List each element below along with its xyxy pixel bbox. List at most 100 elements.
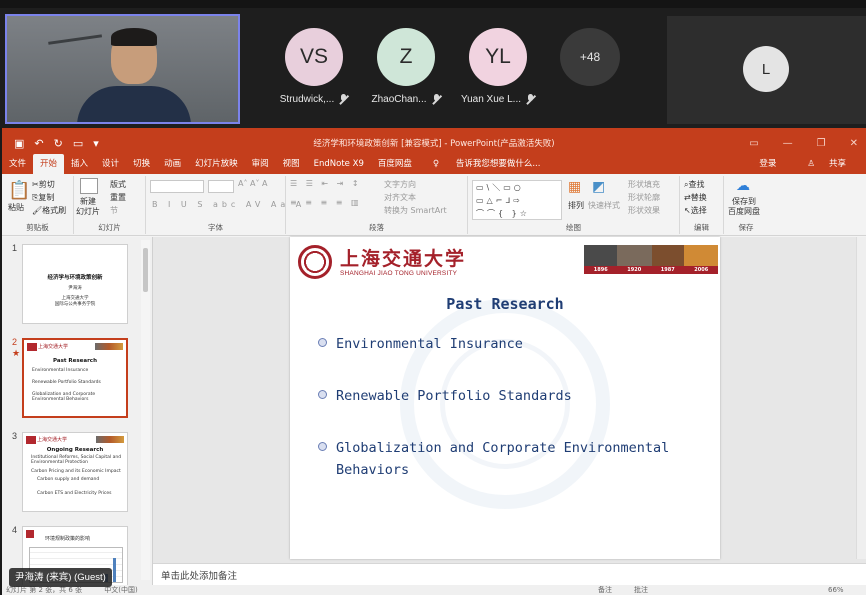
- select-button[interactable]: ↖选择: [684, 205, 707, 216]
- slide-canvas[interactable]: 上海交通大学 SHANGHAI JIAO TONG UNIVERSITY 189…: [290, 237, 720, 559]
- cloud-icon[interactable]: ☁: [736, 178, 750, 194]
- thumb-line: Renewable Portfolio Standards: [32, 380, 101, 385]
- comments-toggle[interactable]: 批注: [634, 585, 648, 595]
- slide-thumbnail-2[interactable]: 上海交通大学 Past Research Environmental Insur…: [22, 338, 128, 418]
- meeting-panel: VS Strudwick,... Z ZhaoChan... YL Yuan X…: [0, 0, 866, 128]
- tab-home[interactable]: 开始: [33, 154, 65, 174]
- thumb-line: Environmental Insurance: [32, 368, 89, 373]
- tab-slideshow[interactable]: 幻灯片放映: [188, 154, 245, 174]
- close-icon[interactable]: ✕: [850, 138, 858, 149]
- smartart-button[interactable]: 转换为 SmartArt: [384, 205, 447, 216]
- editor-scrollbar[interactable]: [856, 237, 866, 559]
- status-slide: 幻灯片 第 2 张，共 6 张: [6, 586, 83, 594]
- tab-design[interactable]: 设计: [95, 154, 126, 174]
- slide-number: 4: [12, 525, 18, 535]
- thumb-title: 环境规制政策的影响: [45, 536, 91, 542]
- replace-label: 替换: [690, 193, 707, 202]
- thumbnail-scrollbar[interactable]: [141, 240, 150, 580]
- status-bar: 幻灯片 第 2 张，共 6 张 中文(中国) 备注 批注 66%: [2, 585, 866, 595]
- avatar: YL: [469, 28, 527, 86]
- participant-tile[interactable]: YL Yuan Xue L...: [443, 28, 553, 105]
- participant-name: Strudwick,...: [279, 94, 335, 105]
- layout-button[interactable]: 版式: [110, 179, 126, 190]
- tab-view[interactable]: 视图: [276, 154, 307, 174]
- zoom-level[interactable]: 66%: [828, 585, 844, 595]
- powerpoint-window: ▣ ↶ ↻ ▭ ▾ 经济学和环境政策创新 [兼容模式] - PowerPoint…: [2, 128, 866, 595]
- drawing-group-label: 绘图: [566, 223, 581, 232]
- login-button[interactable]: 登录: [752, 154, 783, 174]
- scrollbar-thumb[interactable]: [143, 248, 148, 292]
- section-button[interactable]: 节: [110, 205, 118, 216]
- quick-styles-icon[interactable]: ◩: [592, 179, 605, 195]
- scissors-icon: ✂: [32, 180, 39, 189]
- notes-pane[interactable]: 单击此处添加备注: [153, 563, 866, 585]
- restore-icon[interactable]: ❐: [817, 138, 826, 149]
- editing-group-label: 编辑: [694, 223, 709, 232]
- presenter-video[interactable]: [5, 14, 240, 124]
- copy-button[interactable]: ⎘复制: [32, 192, 54, 203]
- quick-styles-button[interactable]: 快速样式: [588, 200, 620, 211]
- tell-me-box[interactable]: ♀ 告诉我您想要做什么...: [419, 154, 555, 174]
- year-label: 2006: [694, 267, 709, 273]
- paste-button[interactable]: 粘贴: [8, 202, 24, 213]
- side-participant-tile[interactable]: L: [667, 16, 866, 124]
- tab-endnote[interactable]: EndNote X9: [307, 154, 371, 174]
- clipboard-group-label: 剪贴板: [26, 223, 49, 232]
- window-controls: ▭ — ❐ ✕: [749, 138, 858, 149]
- text-direction-button[interactable]: 文字方向: [384, 179, 416, 190]
- brush-icon: 🖌: [32, 206, 43, 215]
- avatar: L: [743, 46, 789, 92]
- tab-transitions[interactable]: 切换: [126, 154, 157, 174]
- thumb-logo-text: 上海交通大学: [38, 344, 69, 350]
- ribbon-tabs: 文件 开始 插入 设计 切换 动画 幻灯片放映 审阅 视图 EndNote X9…: [2, 154, 866, 174]
- bullet-icon: [318, 338, 327, 347]
- share-button[interactable]: ♙ 共享: [793, 154, 860, 174]
- thumb-line: Globalization and Corporate Environmenta…: [32, 392, 96, 402]
- workspace: 1 经济学与环境政策创新 尹海涛 上海交通大学 国际与公共事务学院 2 ★ 上海…: [2, 237, 866, 595]
- new-slide-icon[interactable]: [80, 178, 98, 194]
- arrange-icon[interactable]: ▦: [568, 179, 581, 195]
- reset-button[interactable]: 重置: [110, 192, 126, 203]
- tab-file[interactable]: 文件: [2, 154, 33, 174]
- tab-baidu[interactable]: 百度网盘: [371, 154, 419, 174]
- thumb-title: Past Research: [53, 358, 97, 364]
- list-icons[interactable]: ☰ ☰ ⇤ ⇥ ↕: [290, 179, 362, 188]
- replace-button[interactable]: ⇄替换: [684, 192, 707, 203]
- shape-effects-button[interactable]: 形状效果: [628, 205, 660, 216]
- paste-icon[interactable]: 📋: [8, 180, 30, 201]
- find-button[interactable]: ⌕查找: [684, 179, 704, 190]
- arrange-button[interactable]: 排列: [568, 200, 584, 211]
- font-size-field[interactable]: [208, 180, 234, 193]
- more-participants-button[interactable]: +48: [560, 28, 620, 86]
- tab-animations[interactable]: 动画: [157, 154, 188, 174]
- slide-thumbnail-pane: 1 经济学与环境政策创新 尹海涛 上海交通大学 国际与公共事务学院 2 ★ 上海…: [2, 237, 153, 595]
- new-slide-label2[interactable]: 幻灯片: [76, 206, 100, 217]
- shapes-gallery[interactable]: ▭\＼▭○ ▭△⌐ᒧ⇨ ⌒⌒{ }☆: [472, 180, 562, 220]
- font-format-icons[interactable]: B I U S abc AV Aa A: [152, 200, 305, 209]
- align-icons[interactable]: ≡ ≡ ≡ ≡ ▥: [290, 198, 362, 207]
- font-size-controls-icon[interactable]: A˄ A˅ A: [238, 179, 268, 188]
- align-text-button[interactable]: 对齐文本: [384, 192, 416, 203]
- year-strip: 1896 1920 1987 2006: [584, 266, 718, 274]
- bullet-item: Renewable Portfolio Standards: [318, 385, 708, 407]
- person-icon: ♙: [807, 159, 815, 169]
- minimize-icon[interactable]: —: [783, 138, 793, 149]
- font-group-label: 字体: [208, 223, 223, 232]
- save-baidu-label2[interactable]: 百度网盘: [728, 206, 760, 217]
- ribbon-display-icon[interactable]: ▭: [749, 138, 758, 149]
- shape-outline-button[interactable]: 形状轮廓: [628, 192, 660, 203]
- notes-toggle[interactable]: 备注: [598, 585, 612, 595]
- slide-thumbnail-1[interactable]: 经济学与环境政策创新 尹海涛 上海交通大学 国际与公共事务学院: [22, 244, 128, 324]
- format-painter-label: 格式刷: [42, 206, 67, 215]
- slide-thumbnail-3[interactable]: 上海交通大学 Ongoing Research Institutional Re…: [22, 432, 128, 512]
- tell-me-text: 告诉我您想要做什么...: [455, 159, 541, 169]
- university-name-cn: 上海交通大学: [340, 248, 467, 270]
- bullet-icon: [318, 442, 327, 451]
- shape-fill-button[interactable]: 形状填充: [628, 179, 660, 190]
- font-name-field[interactable]: [150, 180, 204, 193]
- window-title: 经济学和环境政策创新 [兼容模式] - PowerPoint(产品激活失败): [313, 139, 555, 149]
- tab-insert[interactable]: 插入: [64, 154, 95, 174]
- format-painter-button[interactable]: 🖌格式刷: [32, 205, 66, 216]
- cut-button[interactable]: ✂剪切: [32, 179, 55, 190]
- tab-review[interactable]: 审阅: [245, 154, 276, 174]
